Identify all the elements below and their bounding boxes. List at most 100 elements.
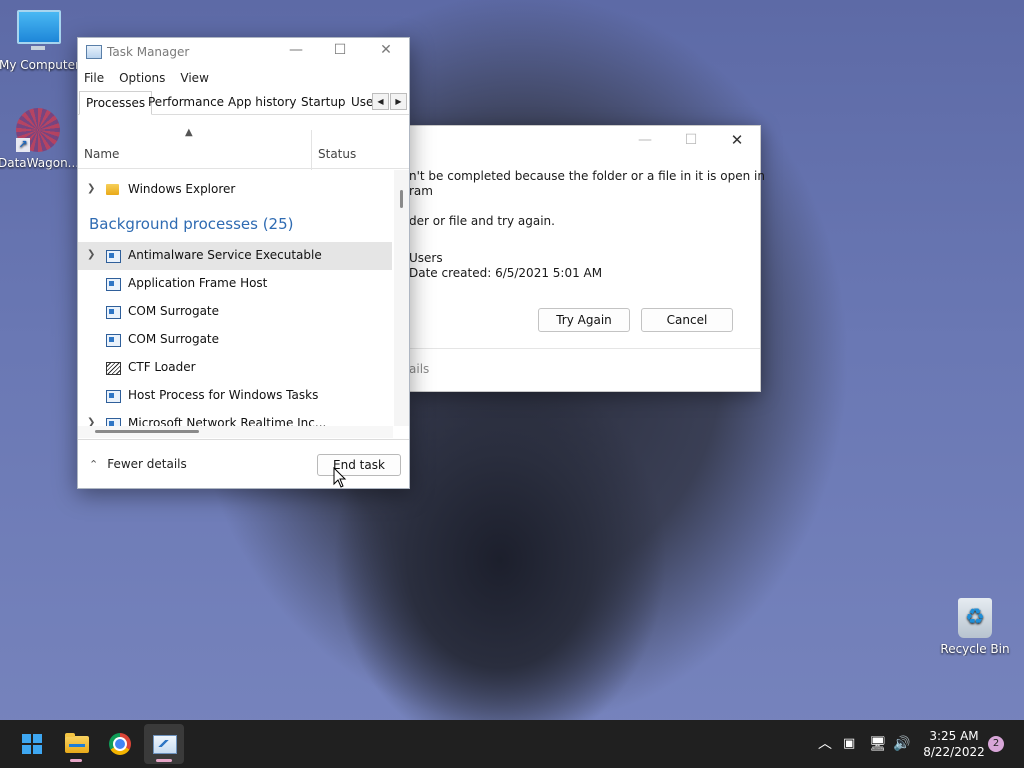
divider	[409, 348, 760, 349]
task-manager-window: Task Manager — ☐ ✕ File Options View Pro…	[77, 37, 410, 489]
dialog-titlebar-controls: — ☐ ✕	[622, 126, 760, 156]
taskbar-file-explorer[interactable]	[56, 724, 96, 764]
service-app-icon	[106, 306, 121, 319]
file-explorer-icon	[65, 733, 89, 753]
active-indicator	[156, 759, 172, 762]
chevron-right-icon[interactable]: ❯	[87, 417, 95, 426]
close-icon[interactable]: ✕	[363, 42, 409, 58]
tab-processes[interactable]: Processes	[79, 91, 153, 115]
shortcut-arrow-icon: ↗	[16, 138, 30, 152]
show-hidden-icons-chevron-icon[interactable]: ︿	[818, 720, 832, 768]
tab-startup[interactable]: Startup	[301, 91, 346, 113]
process-row[interactable]: ❯ Microsoft Network Realtime Inc...	[78, 410, 392, 426]
task-manager-titlebar[interactable]: Task Manager — ☐ ✕	[78, 38, 409, 66]
chevron-right-icon[interactable]: ❯	[87, 249, 95, 260]
minimize-icon[interactable]: —	[622, 126, 668, 156]
task-manager-icon	[153, 735, 177, 754]
taskbar: ︿ ▣ 🖥 🔊 3:25 AM 8/22/2022 2	[0, 720, 1024, 768]
sort-up-icon: ▲	[185, 127, 193, 138]
desktop-icon-my-computer[interactable]: My Computer	[0, 10, 79, 72]
maximize-icon[interactable]: ☐	[668, 126, 714, 156]
process-list: ❯ Windows Explorer Background processes …	[78, 170, 393, 426]
process-row[interactable]: Application Frame Host	[78, 270, 392, 298]
tab-performance[interactable]: Performance	[148, 91, 224, 113]
tab-scroll-left-icon[interactable]: ◀	[372, 93, 389, 110]
menu-file[interactable]: File	[84, 71, 111, 85]
network-icon[interactable]: 🖥	[869, 720, 887, 768]
footer-divider	[78, 439, 409, 440]
tab-app-history[interactable]: App history	[228, 91, 297, 113]
tab-bar: Processes Performance App history Startu…	[78, 91, 409, 115]
fewer-details-label: Fewer details	[107, 457, 187, 471]
chevron-up-icon: ⌃	[89, 458, 99, 471]
process-row[interactable]: CTF Loader	[78, 354, 392, 382]
running-indicator	[70, 759, 82, 762]
service-app-icon	[106, 250, 121, 263]
cancel-button[interactable]: Cancel	[641, 308, 733, 332]
dialog-item-date: Date created: 6/5/2021 5:01 AM	[409, 266, 603, 280]
mouse-cursor-icon	[333, 466, 347, 492]
desktop-icon-recycle-bin[interactable]: ♻ Recycle Bin	[935, 598, 1015, 656]
column-divider	[311, 130, 312, 170]
process-name: Windows Explorer	[128, 182, 236, 196]
scrollbar-thumb[interactable]	[400, 190, 403, 208]
dialog-instruction: der or file and try again.	[409, 214, 555, 228]
process-row[interactable]: COM Surrogate	[78, 326, 392, 354]
scrollbar-thumb[interactable]	[95, 430, 199, 433]
service-app-icon	[106, 334, 121, 347]
more-details-link[interactable]: ails	[409, 362, 429, 376]
process-name: COM Surrogate	[128, 332, 220, 346]
windows-logo-icon	[22, 734, 42, 754]
desktop-icon-datawagon[interactable]: ↗ DataWagon...	[0, 108, 78, 170]
menu-view[interactable]: View	[180, 71, 215, 85]
monitor-icon	[17, 10, 61, 50]
start-button[interactable]	[12, 724, 52, 764]
column-header-name[interactable]: Name	[84, 147, 119, 161]
close-icon[interactable]: ✕	[714, 126, 760, 156]
process-row[interactable]: Host Process for Windows Tasks	[78, 382, 392, 410]
desktop-icon-label: DataWagon...	[0, 156, 78, 170]
datawagon-icon: ↗	[16, 108, 60, 152]
process-name: Antimalware Service Executable	[128, 248, 322, 262]
tab-users[interactable]: Use	[351, 91, 373, 113]
column-header-status[interactable]: Status	[318, 147, 356, 161]
window-title: Task Manager	[107, 45, 190, 59]
try-again-button[interactable]: Try Again	[538, 308, 630, 332]
menu-options[interactable]: Options	[119, 71, 172, 85]
taskbar-chrome[interactable]	[100, 724, 140, 764]
volume-icon[interactable]: 🔊	[893, 720, 910, 768]
process-name: Application Frame Host	[128, 276, 268, 290]
tablet-icon[interactable]: ▣	[843, 720, 855, 768]
notification-badge[interactable]: 2	[988, 736, 1004, 752]
taskbar-task-manager[interactable]	[144, 724, 184, 764]
horizontal-scrollbar[interactable]	[78, 426, 393, 438]
clock-time: 3:25 AM	[929, 729, 979, 743]
service-app-icon	[106, 390, 121, 403]
fewer-details-toggle[interactable]: ⌃ Fewer details	[89, 457, 187, 471]
minimize-icon[interactable]: —	[273, 42, 319, 58]
ctf-loader-icon	[106, 362, 121, 375]
header-divider	[78, 168, 409, 169]
dialog-message-line: ram	[409, 184, 433, 198]
service-app-icon	[106, 418, 121, 426]
chevron-right-icon[interactable]: ❯	[87, 183, 95, 194]
clock[interactable]: 3:25 AM 8/22/2022	[918, 728, 990, 760]
maximize-icon[interactable]: ☐	[317, 42, 363, 58]
process-row[interactable]: ❯ Antimalware Service Executable	[78, 242, 392, 270]
tab-scroll-right-icon[interactable]: ▶	[390, 93, 407, 110]
vertical-scrollbar[interactable]	[394, 170, 409, 426]
end-task-button[interactable]: End task	[317, 454, 401, 476]
service-app-icon	[106, 278, 121, 291]
recycle-bin-icon: ♻	[958, 598, 992, 638]
desktop-icon-label: My Computer	[0, 58, 79, 72]
process-name: Microsoft Network Realtime Inc...	[128, 416, 327, 426]
group-header-background: Background processes (25)	[89, 215, 294, 233]
folder-in-use-dialog: — ☐ ✕ n't be completed because the folde…	[408, 125, 765, 392]
process-row[interactable]: ❯ Windows Explorer	[78, 176, 392, 204]
folder-icon	[106, 184, 119, 195]
process-row[interactable]: COM Surrogate	[78, 298, 392, 326]
dialog-message-line: n't be completed because the folder or a…	[409, 169, 765, 183]
desktop-icon-label: Recycle Bin	[940, 642, 1010, 656]
task-manager-app-icon	[86, 45, 102, 59]
dialog-item-name: Users	[409, 251, 443, 265]
